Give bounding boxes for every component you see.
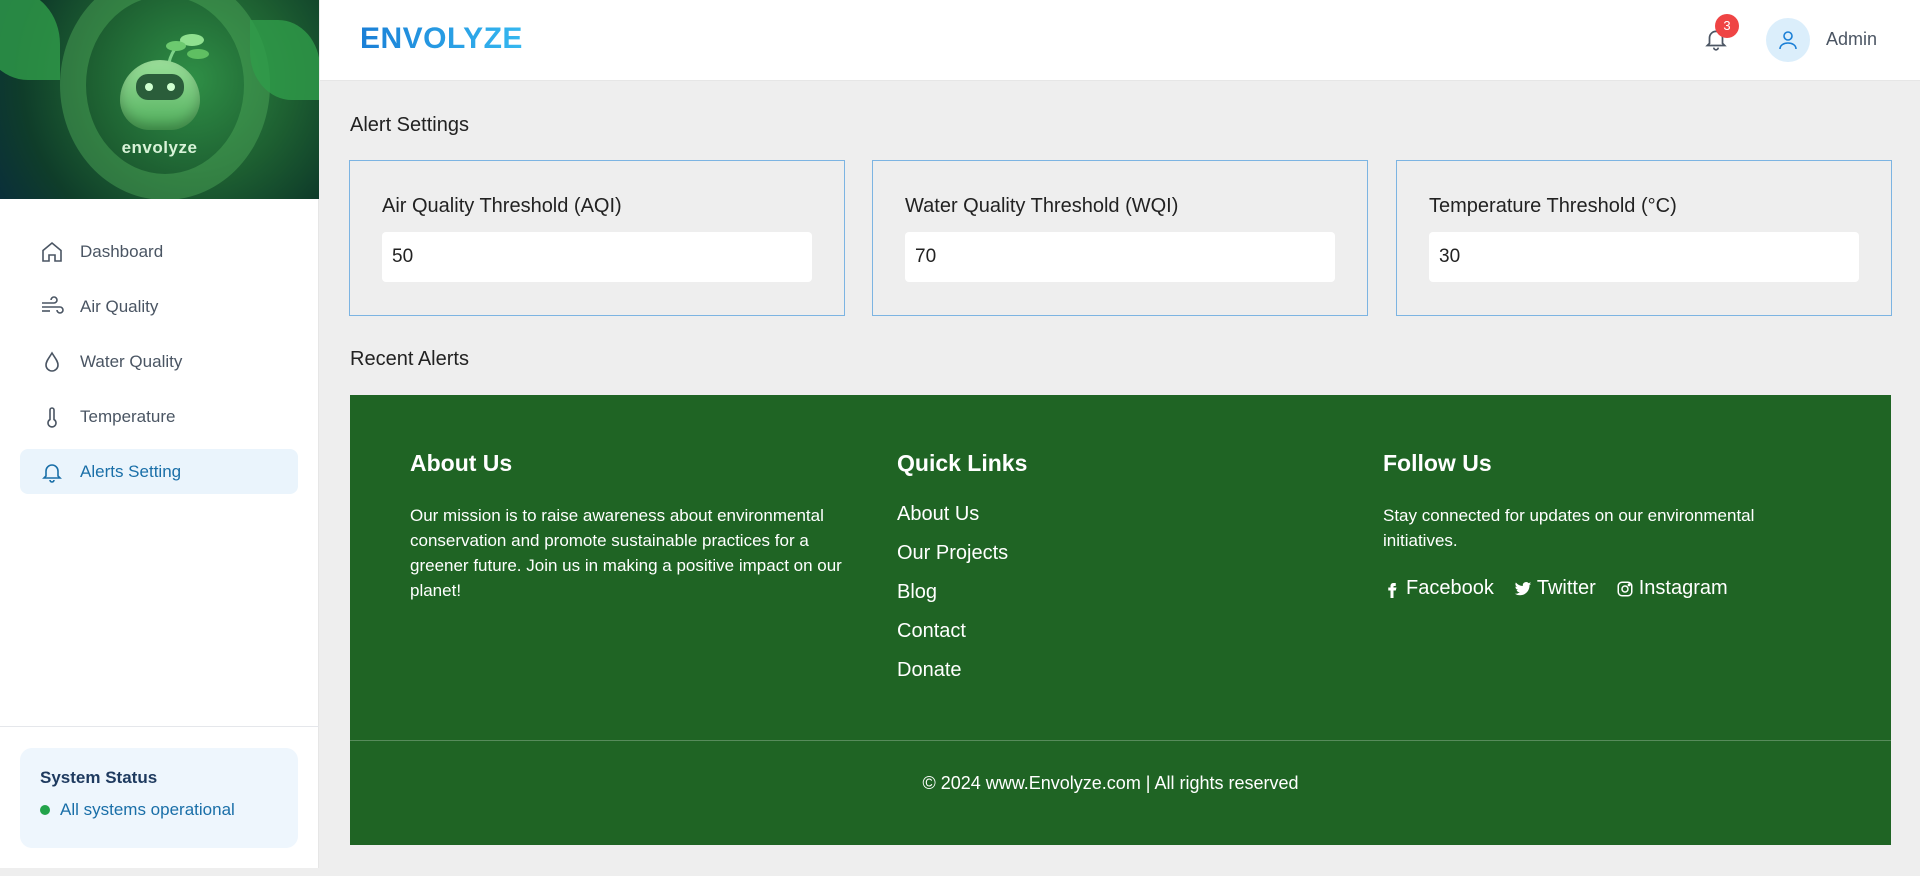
water-quality-threshold-input[interactable] <box>905 232 1335 282</box>
status-dot-icon <box>40 805 50 815</box>
user-icon <box>1779 31 1797 50</box>
footer-link-our-projects[interactable]: Our Projects <box>897 542 1027 565</box>
threshold-card-temperature: Temperature Threshold (°C) <box>1396 160 1892 316</box>
sidebar-divider <box>0 726 319 727</box>
notification-badge: 3 <box>1715 14 1739 38</box>
threshold-card-air-quality: Air Quality Threshold (AQI) <box>349 160 845 316</box>
sidebar-item-dashboard[interactable]: Dashboard <box>20 229 298 274</box>
robot-mascot-icon <box>120 60 200 130</box>
recent-alerts-title: Recent Alerts <box>350 348 469 370</box>
air-quality-threshold-input[interactable] <box>382 232 812 282</box>
social-label: Twitter <box>1536 577 1596 599</box>
footer-link-blog[interactable]: Blog <box>897 581 1027 604</box>
social-links: Facebook Twitter Instagram <box>1383 577 1813 600</box>
footer-about-heading: About Us <box>410 450 513 476</box>
temperature-threshold-input[interactable] <box>1429 232 1859 282</box>
threshold-label: Water Quality Threshold (WQI) <box>905 195 1179 217</box>
facebook-icon <box>1388 582 1397 598</box>
footer-link-donate[interactable]: Donate <box>897 659 1027 682</box>
social-link-twitter[interactable]: Twitter <box>1514 577 1596 600</box>
social-link-instagram[interactable]: Instagram <box>1616 577 1728 600</box>
home-icon <box>40 240 64 264</box>
threshold-label: Air Quality Threshold (AQI) <box>382 195 622 217</box>
user-avatar[interactable] <box>1766 18 1810 62</box>
footer-quick-links-heading: Quick Links <box>897 450 1028 476</box>
sidebar-item-label: Alerts Setting <box>80 461 182 481</box>
footer-link-about-us[interactable]: About Us <box>897 503 1027 526</box>
system-status-line: All systems operational <box>40 800 278 820</box>
thermometer-icon <box>40 405 64 429</box>
sidebar: envolyze Dashboard Air Quality Water Qua… <box>0 0 319 868</box>
footer-link-contact[interactable]: Contact <box>897 620 1027 643</box>
social-label: Facebook <box>1406 577 1494 599</box>
brand-title: ENVOLYZE <box>360 22 523 55</box>
footer-follow-text: Stay connected for updates on our enviro… <box>1383 506 1755 550</box>
footer-about-text: Our mission is to raise awareness about … <box>410 506 842 600</box>
footer-about-column: About Us Our mission is to raise awarene… <box>410 450 860 603</box>
social-link-facebook[interactable]: Facebook <box>1383 577 1494 600</box>
sidebar-item-label: Dashboard <box>80 241 164 261</box>
footer-divider <box>350 740 1891 741</box>
droplet-icon <box>40 350 64 374</box>
user-name[interactable]: Admin <box>1826 29 1877 50</box>
system-status-text: All systems operational <box>60 800 235 819</box>
sidebar-item-label: Water Quality <box>80 351 183 371</box>
threshold-card-water-quality: Water Quality Threshold (WQI) <box>872 160 1368 316</box>
twitter-icon <box>1514 581 1532 595</box>
system-status-card: System Status All systems operational <box>20 748 298 848</box>
sidebar-item-alerts-setting[interactable]: Alerts Setting <box>20 449 298 494</box>
leaf-decoration <box>0 0 60 80</box>
alert-settings-title: Alert Settings <box>350 114 469 136</box>
instagram-icon <box>1617 581 1633 596</box>
logo[interactable]: envolyze <box>0 0 319 199</box>
sidebar-item-temperature[interactable]: Temperature <box>20 394 298 439</box>
social-label: Instagram <box>1638 577 1728 599</box>
sidebar-nav: Dashboard Air Quality Water Quality Temp… <box>20 229 298 504</box>
sidebar-item-air-quality[interactable]: Air Quality <box>20 284 298 329</box>
footer: About Us Our mission is to raise awarene… <box>350 395 1891 845</box>
sidebar-item-water-quality[interactable]: Water Quality <box>20 339 298 384</box>
footer-quick-links-column: Quick Links About Us Our Projects Blog C… <box>897 450 1027 698</box>
system-status-title: System Status <box>40 768 158 787</box>
sidebar-item-label: Air Quality <box>80 296 159 316</box>
sidebar-item-label: Temperature <box>80 406 176 426</box>
top-header: ENVOLYZE 3 Admin <box>320 0 1920 81</box>
threshold-label: Temperature Threshold (°C) <box>1429 195 1677 217</box>
footer-follow-column: Follow Us Stay connected for updates on … <box>1383 450 1813 600</box>
logo-text: envolyze <box>121 138 198 157</box>
footer-copyright: © 2024 www.Envolyze.com | All rights res… <box>922 773 1299 793</box>
footer-follow-heading: Follow Us <box>1383 450 1492 476</box>
wind-icon <box>40 295 64 319</box>
bell-icon <box>40 460 64 484</box>
